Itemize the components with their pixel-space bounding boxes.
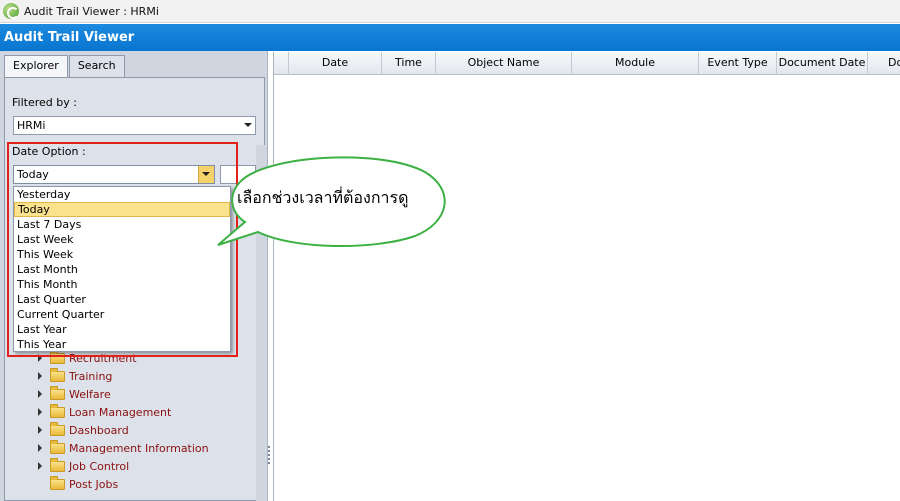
folder-icon	[50, 457, 65, 472]
chevron-down-icon[interactable]	[244, 123, 252, 127]
column-header-document-date[interactable]: Document Date	[777, 52, 868, 75]
column-header-date[interactable]: Date	[289, 52, 382, 75]
folder-icon	[50, 367, 65, 382]
tree-item-label: Management Information	[69, 441, 209, 455]
expand-arrow-icon[interactable]	[38, 390, 42, 398]
expand-arrow-icon[interactable]	[38, 408, 42, 416]
tree-item-loan-management[interactable]: Loan Management	[38, 403, 171, 421]
tab-explorer[interactable]: Explorer	[4, 55, 68, 79]
tree-item-label: Welfare	[69, 387, 111, 401]
column-header-indicator[interactable]	[274, 52, 289, 75]
folder-icon	[50, 421, 65, 436]
folder-icon	[50, 439, 65, 454]
date-option-highlight-box	[7, 142, 238, 357]
filter-label: Filtered by :	[12, 96, 77, 109]
expand-arrow-icon[interactable]	[38, 372, 42, 380]
callout-text: เลือกช่วงเวลาที่ต้องการดู	[237, 188, 409, 207]
app-refresh-icon	[3, 3, 19, 19]
folder-icon	[50, 403, 65, 418]
filter-combobox[interactable]: HRMi	[13, 116, 256, 135]
tree-item-label: Loan Management	[69, 405, 172, 419]
expand-arrow-icon[interactable]	[38, 444, 42, 452]
audit-grid: Date Time Object Name Module Event Type …	[273, 52, 900, 501]
expand-arrow-icon[interactable]	[38, 426, 42, 434]
column-header-event-type[interactable]: Event Type	[699, 52, 777, 75]
column-header-document[interactable]: Docu	[868, 52, 900, 75]
tab-search[interactable]: Search	[68, 55, 125, 77]
splitter-grip[interactable]	[268, 446, 272, 466]
tab-strip: Explorer Search	[4, 55, 126, 79]
tree-item-job-control[interactable]: Job Control	[38, 457, 129, 475]
tree-item-training[interactable]: Training	[38, 367, 112, 385]
tree-item-post-jobs[interactable]: Post Jobs	[38, 475, 118, 493]
tree-item-label: Job Control	[69, 459, 130, 473]
page-title: Audit Trail Viewer	[4, 30, 135, 45]
grid-header: Date Time Object Name Module Event Type …	[274, 52, 900, 75]
expand-arrow-icon[interactable]	[38, 462, 42, 470]
column-header-object-name[interactable]: Object Name	[436, 52, 572, 75]
window-title: Audit Trail Viewer : HRMi	[24, 4, 159, 18]
page-header: Audit Trail Viewer	[0, 24, 900, 51]
folder-icon	[50, 385, 65, 400]
expand-placeholder	[38, 480, 42, 488]
window-titlebar: Audit Trail Viewer : HRMi	[0, 0, 900, 23]
filter-value: HRMi	[17, 119, 46, 132]
tree-item-dashboard[interactable]: Dashboard	[38, 421, 129, 439]
tree-item-management-information[interactable]: Management Information	[38, 439, 209, 457]
folder-icon	[50, 475, 65, 490]
tree-item-label: Post Jobs	[69, 477, 119, 491]
tree-item-welfare[interactable]: Welfare	[38, 385, 111, 403]
column-header-module[interactable]: Module	[572, 52, 699, 75]
tree-item-label: Dashboard	[69, 423, 129, 437]
column-header-time[interactable]: Time	[382, 52, 436, 75]
tree-item-label: Training	[69, 369, 113, 383]
